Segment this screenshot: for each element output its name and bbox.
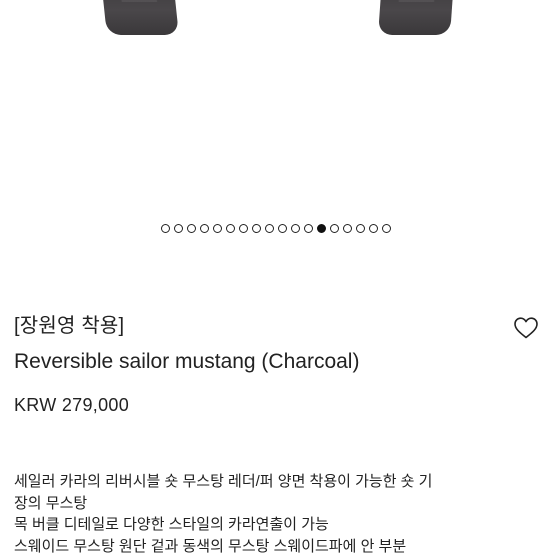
garment-sleeve-left [101, 0, 179, 35]
product-label: [장원영 착용] [14, 312, 544, 340]
carousel-dot[interactable] [161, 224, 170, 233]
wishlist-button[interactable] [513, 316, 539, 340]
product-name: Reversible sailor mustang (Charcoal) [14, 348, 544, 376]
carousel-dot[interactable] [226, 224, 235, 233]
carousel-dot[interactable] [304, 224, 313, 233]
carousel-dot[interactable] [291, 224, 300, 233]
product-info: [장원영 착용] Reversible sailor mustang (Char… [14, 312, 544, 418]
garment-sleeve-right [378, 0, 454, 35]
product-image[interactable] [0, 0, 552, 205]
carousel-dot[interactable] [265, 224, 274, 233]
description-line: 목 버클 디테일로 다양한 스타일의 카라연출이 가능 [14, 514, 538, 536]
carousel-dot[interactable] [213, 224, 222, 233]
description-line: 장의 무스탕 [14, 493, 538, 515]
carousel-dot[interactable] [343, 224, 352, 233]
carousel-dot[interactable] [356, 224, 365, 233]
product-description: 세일러 카라의 리버시블 숏 무스탕 레더/퍼 양면 착용이 가능한 숏 기 장… [14, 471, 538, 557]
product-price: KRW 279,000 [14, 392, 544, 418]
carousel-dot[interactable] [252, 224, 261, 233]
carousel-dot[interactable] [382, 224, 391, 233]
description-line: 세일러 카라의 리버시블 숏 무스탕 레더/퍼 양면 착용이 가능한 숏 기 [14, 471, 538, 493]
carousel-dot[interactable] [187, 224, 196, 233]
carousel-dot[interactable] [278, 224, 287, 233]
carousel-dot[interactable] [200, 224, 209, 233]
carousel-dot[interactable] [239, 224, 248, 233]
description-line: 스웨이드 무스탕 원단 겉과 동색의 무스탕 스웨이드파에 안 부분 [14, 536, 538, 557]
carousel-dot[interactable] [369, 224, 378, 233]
carousel-dot[interactable] [174, 224, 183, 233]
heart-icon [513, 316, 539, 340]
carousel-dot[interactable] [330, 224, 339, 233]
carousel-pagination [0, 221, 552, 235]
carousel-dot-active[interactable] [317, 224, 326, 233]
